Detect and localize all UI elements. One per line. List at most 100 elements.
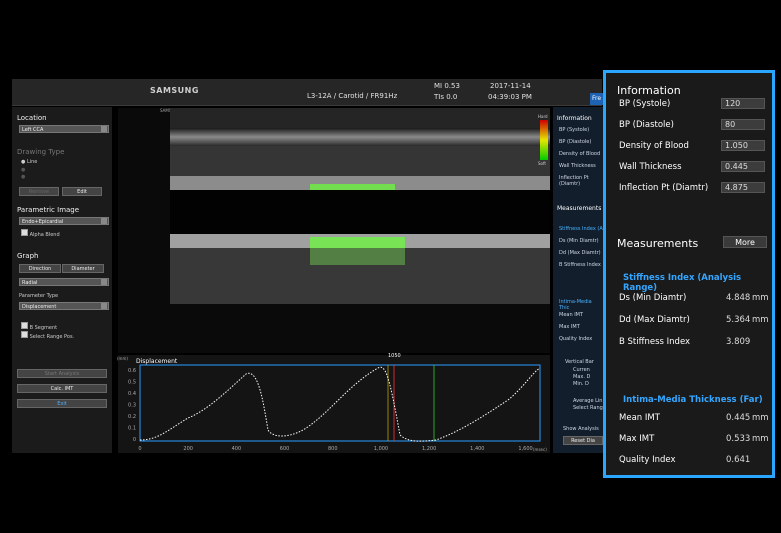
rp-select-range: Select Rang xyxy=(573,405,603,411)
graph-plot: 0 200 400 600 800 1,000 1,200 1,400 1,600 0.6 0.5 0… xyxy=(128,364,541,452)
parametric-value: Endo+Epicardial xyxy=(22,219,64,225)
rp-dd: Dd (Max Diamtr) xyxy=(559,250,601,256)
info-row-label: BP (Systole) xyxy=(619,99,671,109)
ptype-value: Displacement xyxy=(22,304,57,310)
x-tick-label: 1,400 xyxy=(470,446,484,452)
rp-ds: Ds (Min Diamtr) xyxy=(559,238,599,244)
calc-imt-button[interactable]: Calc. IMT xyxy=(17,384,107,393)
x-tick-label: 1,200 xyxy=(422,446,436,452)
x-tick-label: 200 xyxy=(183,446,193,452)
chevron-down-icon xyxy=(101,279,107,285)
parameter-type-label: Parameter Type xyxy=(19,293,59,299)
imt_rows-value: 0.641 xyxy=(726,455,751,465)
imt-heading: Intima-Media Thickness (Far) xyxy=(623,395,763,405)
rp-qi: Quality Index xyxy=(559,336,593,342)
y-tick-label: 0.6 xyxy=(128,368,136,374)
imt_rows-value: 0.445 xyxy=(726,413,751,423)
rp-show-analysis[interactable]: Show Analysis xyxy=(563,426,599,432)
rp-average-line: Average Lin xyxy=(573,398,603,404)
brand-logo: SAMSUNG xyxy=(150,86,199,95)
radio-option-2: ● xyxy=(21,167,26,173)
info-row-value[interactable]: 0.445 xyxy=(721,161,765,172)
chevron-down-icon xyxy=(101,126,107,132)
alpha-blend-checkbox[interactable]: Alpha Blend xyxy=(21,229,60,238)
rp-bp-diastole: BP (Diastole) xyxy=(559,139,592,145)
stiff_rows-value: 4.848 xyxy=(726,293,751,303)
info-row-value[interactable]: 80 xyxy=(721,119,765,130)
rp-stiffness: Stiffness Index (A xyxy=(559,226,603,232)
imt_rows-label: Max IMT xyxy=(619,434,655,444)
rp-bstiff: B Stiffness Index xyxy=(559,262,601,268)
info-row-value[interactable]: 1.050 xyxy=(721,140,765,151)
imt_rows-unit: mm xyxy=(752,413,769,423)
imt_rows-value: 0.533 xyxy=(726,434,751,444)
diameter-button[interactable]: Diameter xyxy=(62,264,104,273)
info-row-label: BP (Diastole) xyxy=(619,120,674,130)
stiff_rows-label: Dd (Max Diamtr) xyxy=(619,315,690,325)
start-analysis-button[interactable]: Start Analysis xyxy=(17,369,107,378)
left-control-panel: Location Left CCA Drawing Type ● Line ● … xyxy=(12,107,112,453)
y-tick-label: 0.3 xyxy=(128,403,136,409)
rp-mind: Min. D xyxy=(573,381,589,387)
chevron-down-icon xyxy=(101,303,107,309)
y-tick-label: 0.2 xyxy=(128,414,136,420)
b-segment-checkbox[interactable]: B Segment xyxy=(21,322,57,331)
location-value: Left CCA xyxy=(22,127,44,133)
zoom-info-heading: Information xyxy=(617,84,681,97)
info-row-value[interactable]: 120 xyxy=(721,98,765,109)
rp-mean: Mean IMT xyxy=(559,312,584,318)
average-line xyxy=(139,366,541,442)
edit-button[interactable]: Edit xyxy=(62,187,102,196)
graph-peak-label: 1050 xyxy=(388,353,401,359)
rp-maxd: Max. D xyxy=(573,374,591,380)
graph-plot-frame xyxy=(139,364,541,442)
x-tick-label: 1,000 xyxy=(374,446,388,452)
stiff_rows-unit: mm xyxy=(752,315,769,325)
colorbar-soft-label: Soft xyxy=(538,161,546,166)
line-radio[interactable]: ● Line xyxy=(21,159,37,165)
rp-inflection: Inflection Pt (Diamtr) xyxy=(559,175,589,187)
exit-button[interactable]: Exit xyxy=(17,399,107,408)
elasticity-colorbar xyxy=(540,120,548,160)
checkbox-icon xyxy=(21,322,28,329)
stiffness-heading: Stiffness Index (Analysis Range) xyxy=(623,273,742,293)
line-label: Line xyxy=(26,159,38,165)
info-row-value[interactable]: 4.875 xyxy=(721,182,765,193)
parametric-select[interactable]: Endo+Epicardial xyxy=(19,217,109,225)
rp-wall: Wall Thickness xyxy=(559,163,596,169)
remove-button[interactable]: Remove xyxy=(19,187,59,196)
rp-vertical-bar: Vertical Bar xyxy=(565,359,594,365)
select-range-checkbox[interactable]: Select Range Pos. xyxy=(21,331,74,340)
more-button[interactable]: More xyxy=(723,236,767,248)
y-tick-label: 0 xyxy=(133,437,136,443)
info-row-label: Density of Blood xyxy=(619,141,689,151)
reset-button[interactable]: Reset Dia xyxy=(563,436,603,445)
top-status-bar: SAMSUNG L3-12A / Carotid / FR91Hz MI 0.5… xyxy=(12,79,602,106)
graph-select[interactable]: Radial xyxy=(19,278,109,286)
y-tick-label: 0.4 xyxy=(128,391,136,397)
tis-readout: TIs 0.0 xyxy=(434,93,458,101)
checkbox-icon xyxy=(21,331,28,338)
parameter-type-select[interactable]: Displacement xyxy=(19,302,109,310)
rp-info-heading: Information xyxy=(557,115,592,122)
direction-button[interactable]: Direction xyxy=(19,264,61,273)
selrange-label: Select Range Pos. xyxy=(29,334,75,340)
rp-measurements: Measurements xyxy=(557,205,602,212)
info-row-label: Inflection Pt (Diamtr) xyxy=(619,183,709,193)
drawing-type-heading: Drawing Type xyxy=(17,148,65,156)
stiff_rows-label: Ds (Min Diamtr) xyxy=(619,293,687,303)
mi-readout: MI 0.53 xyxy=(434,82,460,90)
rp-max: Max IMT xyxy=(559,324,580,330)
info-row-label: Wall Thickness xyxy=(619,162,682,172)
rp-density: Density of Blood xyxy=(559,151,601,157)
rp-current: Curren xyxy=(573,367,590,373)
x-tick-label: 0 xyxy=(138,446,141,452)
location-select[interactable]: Left CCA xyxy=(19,125,109,133)
colorbar-hard-label: Hard xyxy=(538,114,548,119)
x-tick-label: 1,600 xyxy=(518,446,532,452)
zoomed-info-panel: Information BP (Systole) 120 BP (Diastole)… xyxy=(603,70,775,478)
probe-info: L3-12A / Carotid / FR91Hz xyxy=(307,92,398,100)
checkbox-icon xyxy=(21,229,28,236)
rp-imt: Intima-Media Thic xyxy=(559,299,592,311)
stiff_rows-value: 5.364 xyxy=(726,315,751,325)
